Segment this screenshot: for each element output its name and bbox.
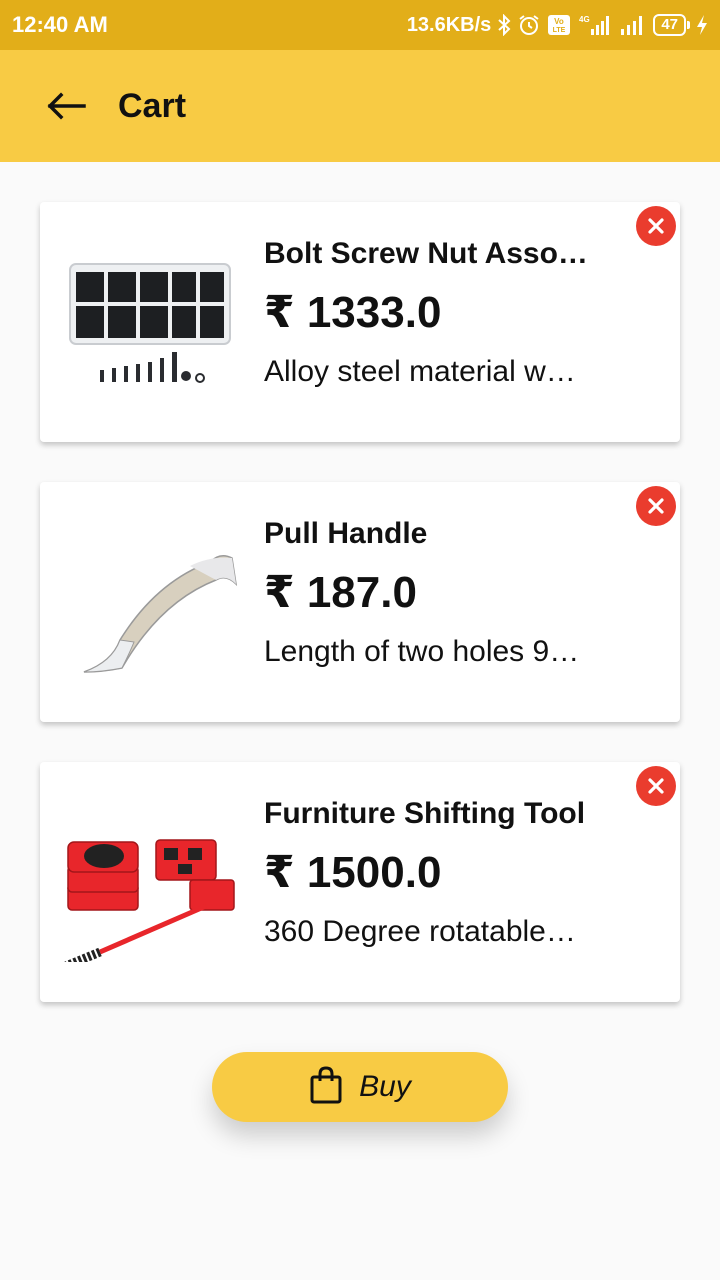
- item-description: Length of two holes 9…: [264, 635, 580, 668]
- item-info: Furniture Shifting Tool ₹ 1500.0 360 Deg…: [264, 794, 624, 952]
- item-info: Pull Handle ₹ 187.0 Length of two holes …: [264, 514, 624, 672]
- status-right: 13.6KB/s Vo LTE 4G 47: [407, 13, 708, 37]
- shopping-bag-icon: [309, 1065, 343, 1109]
- battery-icon: 47: [653, 14, 690, 36]
- item-price: ₹ 1500.0: [264, 848, 442, 897]
- svg-text:Vo: Vo: [554, 17, 564, 26]
- item-price: ₹ 187.0: [264, 568, 417, 617]
- close-icon: [648, 218, 664, 234]
- bluetooth-icon: [497, 14, 511, 36]
- page-title: Cart: [118, 86, 187, 125]
- item-name: Bolt Screw Nut Asso…: [264, 237, 588, 270]
- status-time: 12:40 AM: [12, 12, 108, 37]
- item-name: Furniture Shifting Tool: [264, 797, 586, 830]
- bolt-screw-set-image: [60, 242, 260, 402]
- remove-item-button[interactable]: [636, 766, 676, 806]
- volte-icon: Vo LTE: [547, 13, 571, 37]
- battery-level: 47: [653, 14, 686, 36]
- status-bar: 12:40 AM 13.6KB/s Vo LTE 4G 47: [0, 0, 720, 50]
- cart-item-card[interactable]: Furniture Shifting Tool ₹ 1500.0 360 Deg…: [40, 762, 680, 1002]
- alarm-icon: [517, 13, 541, 37]
- app-bar: Cart: [0, 50, 720, 162]
- close-icon: [648, 778, 664, 794]
- buy-button[interactable]: Buy: [212, 1052, 508, 1122]
- svg-text:4G: 4G: [579, 15, 590, 24]
- item-description: 360 Degree rotatable…: [264, 915, 576, 948]
- cart-item-card[interactable]: Pull Handle ₹ 187.0 Length of two holes …: [40, 482, 680, 722]
- close-icon: [648, 498, 664, 514]
- item-name: Pull Handle: [264, 517, 428, 550]
- item-description: Alloy steel material w…: [264, 355, 576, 388]
- remove-item-button[interactable]: [636, 206, 676, 246]
- signal-icon: [619, 13, 647, 37]
- arrow-left-icon[interactable]: [44, 86, 88, 126]
- remove-item-button[interactable]: [636, 486, 676, 526]
- svg-text:LTE: LTE: [553, 27, 566, 34]
- network-speed: 13.6KB/s: [406, 13, 492, 36]
- item-info: Bolt Screw Nut Asso… ₹ 1333.0 Alloy stee…: [264, 234, 624, 392]
- charging-icon: [696, 14, 708, 36]
- cart-item-card[interactable]: Bolt Screw Nut Asso… ₹ 1333.0 Alloy stee…: [40, 202, 680, 442]
- pull-handle-image: [60, 522, 260, 682]
- signal-4g-icon: 4G: [577, 13, 613, 37]
- buy-button-label: Buy: [359, 1070, 411, 1103]
- item-price: ₹ 1333.0: [264, 288, 442, 337]
- furniture-shifting-tool-image: [60, 802, 260, 971]
